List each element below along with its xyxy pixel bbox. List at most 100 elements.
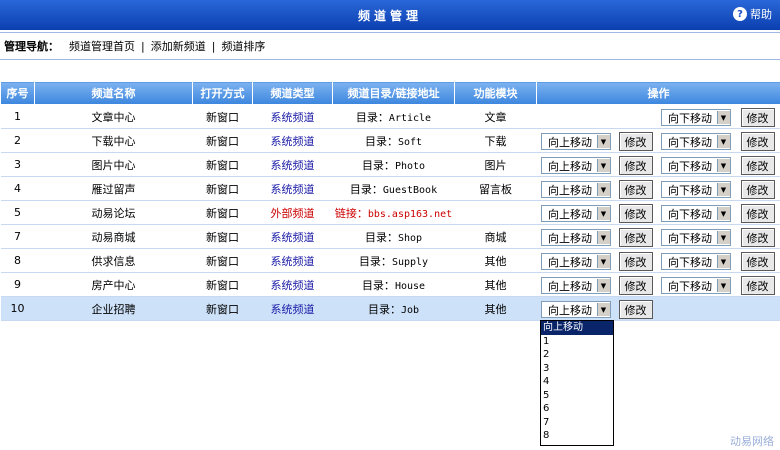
- chevron-down-icon: ▼: [596, 135, 610, 148]
- cell-module: 其他: [454, 248, 537, 273]
- move-up-select-value: 向上移动: [548, 135, 592, 149]
- modify-up-button[interactable]: 修改: [618, 132, 653, 151]
- chevron-down-icon: ▼: [596, 255, 610, 268]
- table-header-row: 序号 频道名称 打开方式 频道类型 频道目录/链接地址 功能模块 操作: [0, 81, 780, 105]
- cell-type: 外部频道: [252, 200, 333, 225]
- move-up-select[interactable]: 向上移动 ▼: [540, 253, 611, 270]
- chevron-down-icon: ▼: [596, 279, 610, 292]
- modify-up-button[interactable]: 修改: [618, 300, 653, 319]
- cell-module: 下载: [454, 128, 537, 153]
- dropdown-option[interactable]: 2: [541, 348, 613, 362]
- cell-name: 文章中心: [34, 104, 193, 129]
- cell-open: 新窗口: [192, 296, 253, 321]
- cell-name: 雁过留声: [34, 176, 193, 201]
- modify-down-button[interactable]: 修改: [740, 108, 775, 127]
- modify-up-button[interactable]: 修改: [618, 180, 653, 199]
- nav-link-add-channel[interactable]: 添加新频道: [151, 38, 206, 54]
- cell-open: 新窗口: [192, 128, 253, 153]
- dir-value: Soft: [397, 136, 423, 148]
- move-down-select[interactable]: 向下移动 ▼: [660, 133, 731, 150]
- move-up-select[interactable]: 向上移动 ▼: [540, 205, 611, 222]
- move-down-select[interactable]: 向下移动 ▼: [660, 277, 731, 294]
- modify-down-button[interactable]: 修改: [740, 156, 775, 175]
- move-up-select[interactable]: 向上移动 ▼: [540, 157, 611, 174]
- nav-link-channel-home[interactable]: 频道管理首页: [69, 38, 135, 54]
- dir-label: 目录：: [361, 158, 395, 172]
- cell-ops: 向上移动 ▼ 修改 向下移动 ▼ 修改: [536, 224, 780, 249]
- cell-ops: 向下移动 ▼ 修改: [536, 104, 780, 129]
- move-down-select[interactable]: 向下移动 ▼: [660, 181, 731, 198]
- nav-separator: |: [141, 39, 145, 53]
- dropdown-option[interactable]: 1: [541, 335, 613, 349]
- modify-down-button[interactable]: 修改: [740, 132, 775, 151]
- dir-label: 目录：: [349, 182, 383, 196]
- dropdown-option[interactable]: 向上移动: [541, 321, 613, 335]
- move-down-select[interactable]: 向下移动 ▼: [660, 109, 731, 126]
- nav-link-channel-sort[interactable]: 频道排序: [221, 38, 265, 54]
- col-header-module: 功能模块: [454, 81, 537, 105]
- modify-down-button[interactable]: 修改: [740, 228, 775, 247]
- cell-open: 新窗口: [192, 248, 253, 273]
- dropdown-option[interactable]: 3: [541, 362, 613, 376]
- modify-up-button[interactable]: 修改: [618, 204, 653, 223]
- move-up-select[interactable]: 向上移动 ▼: [540, 229, 611, 246]
- cell-type: 系统频道: [252, 104, 333, 129]
- chevron-down-icon: ▼: [716, 111, 730, 124]
- table-row: 4 雁过留声 新窗口 系统频道 目录：GuestBook 留言板 向上移动 ▼ 修改 向下移动 ▼ 修…: [0, 176, 780, 201]
- cell-dir: 目录：Article: [332, 104, 455, 129]
- move-down-select-value: 向下移动: [668, 279, 712, 293]
- move-down-select[interactable]: 向下移动 ▼: [660, 157, 731, 174]
- chevron-down-icon: ▼: [716, 207, 730, 220]
- cell-type: 系统频道: [252, 128, 333, 153]
- cell-name: 下载中心: [34, 128, 193, 153]
- modify-down-button[interactable]: 修改: [740, 180, 775, 199]
- modify-up-button[interactable]: 修改: [618, 228, 653, 247]
- chevron-down-icon: ▼: [716, 159, 730, 172]
- cell-ops: 向上移动 ▼ 修改 向下移动 ▼ 修改: [536, 128, 780, 153]
- dropdown-option[interactable]: 5: [541, 389, 613, 403]
- move-down-select-value: 向下移动: [668, 183, 712, 197]
- col-header-ops: 操作: [536, 81, 780, 105]
- cell-dir: 目录：Photo: [332, 152, 455, 177]
- dir-label: 目录：: [367, 302, 401, 316]
- cell-module: 商城: [454, 224, 537, 249]
- dir-label: 目录：: [358, 254, 392, 268]
- cell-open: 新窗口: [192, 176, 253, 201]
- dropdown-option[interactable]: 4: [541, 375, 613, 389]
- dir-value: bbs.asp163.net: [367, 208, 453, 220]
- modify-down-button[interactable]: 修改: [740, 204, 775, 223]
- cell-module: 留言板: [454, 176, 537, 201]
- modify-up-button[interactable]: 修改: [618, 156, 653, 175]
- move-up-dropdown-list[interactable]: 向上移动 1 2 3 4 5 6 7 8: [540, 320, 614, 446]
- col-header-name: 频道名称: [34, 81, 193, 105]
- dropdown-option[interactable]: 7: [541, 416, 613, 430]
- move-up-select[interactable]: 向上移动 ▼: [540, 277, 611, 294]
- col-header-type: 频道类型: [252, 81, 333, 105]
- move-down-select[interactable]: 向下移动 ▼: [660, 229, 731, 246]
- move-down-select-value: 向下移动: [668, 231, 712, 245]
- help-link[interactable]: ? 帮助: [733, 6, 772, 22]
- move-up-select-value: 向上移动: [548, 279, 592, 293]
- modify-up-button[interactable]: 修改: [618, 252, 653, 271]
- chevron-down-icon: ▼: [596, 183, 610, 196]
- move-up-select[interactable]: 向上移动 ▼: [540, 301, 611, 318]
- dir-label: 目录：: [364, 134, 398, 148]
- table-row: 1 文章中心 新窗口 系统频道 目录：Article 文章 向下移动 ▼ 修改: [0, 104, 780, 129]
- modify-down-button[interactable]: 修改: [740, 276, 775, 295]
- move-down-select-value: 向下移动: [668, 111, 712, 125]
- cell-id: 7: [0, 224, 35, 249]
- dir-value: Shop: [397, 232, 423, 244]
- move-down-select[interactable]: 向下移动 ▼: [660, 205, 731, 222]
- chevron-down-icon: ▼: [596, 159, 610, 172]
- move-up-select[interactable]: 向上移动 ▼: [540, 133, 611, 150]
- move-up-select[interactable]: 向上移动 ▼: [540, 181, 611, 198]
- dir-label: 目录：: [364, 230, 398, 244]
- modify-down-button[interactable]: 修改: [740, 252, 775, 271]
- modify-up-button[interactable]: 修改: [618, 276, 653, 295]
- move-up-select-value: 向上移动: [548, 231, 592, 245]
- move-down-select-value: 向下移动: [668, 159, 712, 173]
- dropdown-option[interactable]: 6: [541, 402, 613, 416]
- cell-id: 4: [0, 176, 35, 201]
- dropdown-option[interactable]: 8: [541, 429, 613, 443]
- move-down-select[interactable]: 向下移动 ▼: [660, 253, 731, 270]
